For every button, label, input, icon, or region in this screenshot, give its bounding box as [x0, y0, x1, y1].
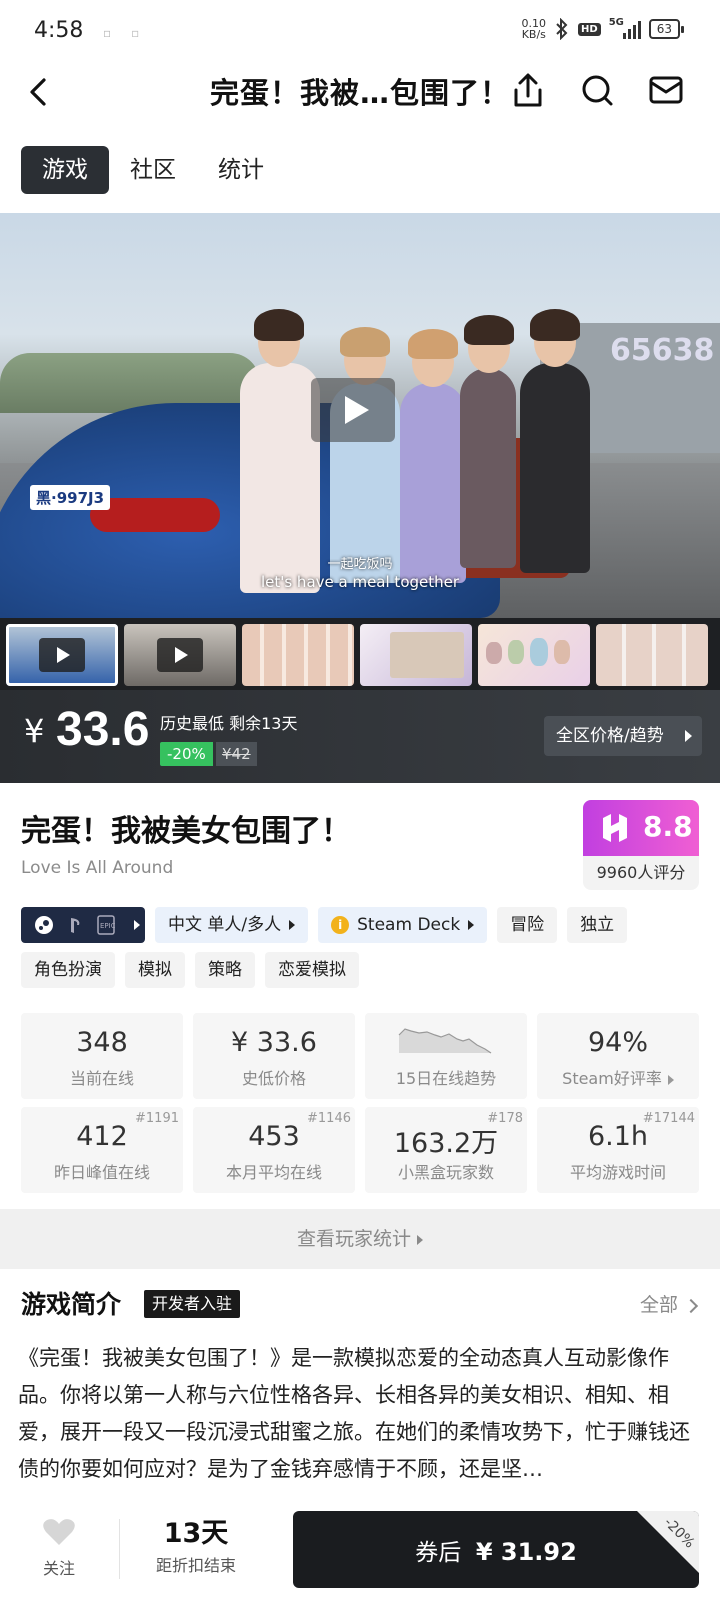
video-subtitle-en: let's have a meal together: [260, 573, 460, 591]
platform-tag[interactable]: EPIC: [21, 907, 145, 943]
playstation-icon: [71, 918, 80, 933]
developer-badge[interactable]: 开发者入驻: [144, 1290, 241, 1318]
buy-button[interactable]: 券后 ¥ 31.92 -20%: [293, 1511, 699, 1588]
thumbnail-image-1[interactable]: [242, 624, 354, 686]
tab-stats[interactable]: 统计: [197, 146, 285, 194]
tag-row-2: 角色扮演 模拟 策略 恋爱模拟: [21, 952, 359, 988]
person-4: [460, 368, 516, 568]
discount-countdown: 13天 距折扣结束: [155, 1518, 236, 1575]
thumbnail-image-4[interactable]: [596, 624, 708, 686]
search-icon[interactable]: [578, 68, 618, 112]
play-icon: [39, 638, 85, 672]
tag-rpg[interactable]: 角色扮演: [21, 952, 115, 988]
bottom-action-bar: 关注 13天 距折扣结束 券后 ¥ 31.92 -20%: [0, 1497, 720, 1600]
tag-strategy[interactable]: 策略: [195, 952, 255, 988]
stat-yesterday-peak[interactable]: #1191 412 昨日峰值在线: [21, 1107, 183, 1193]
view-all-link[interactable]: 全部: [640, 1290, 699, 1317]
network-speed: 0.10 KB/s: [521, 17, 547, 41]
info-coin-icon: i: [331, 916, 350, 934]
status-time: 4:58: [34, 18, 84, 43]
thumbnail-image-3[interactable]: [478, 624, 590, 686]
app-header: 完蛋！我被…包围了！: [0, 66, 720, 136]
stat-avg-playtime[interactable]: #17144 6.1h 平均游戏时间: [537, 1107, 699, 1193]
person-5: [520, 363, 590, 573]
heybox-logo-icon: [603, 814, 627, 842]
thumbnail-image-2[interactable]: [360, 624, 472, 686]
license-plate: 黑·997J3: [30, 485, 111, 510]
steam-icon: [35, 916, 53, 934]
video-subtitle-cn: 一起吃饭吗: [327, 557, 393, 572]
epic-icon: EPIC: [97, 915, 115, 935]
arrow-right-icon: [667, 1074, 674, 1085]
bluetooth-icon: [556, 18, 568, 40]
back-button[interactable]: [20, 70, 60, 114]
price-bar: ¥ 33.6 历史最低 剩余13天 -20% ¥42 全区价格/趋势: [0, 690, 720, 783]
steam-deck-tag[interactable]: i Steam Deck: [318, 907, 488, 943]
region-price-button[interactable]: 全区价格/趋势: [544, 716, 702, 756]
follow-button[interactable]: 关注: [34, 1517, 84, 1579]
mail-icon[interactable]: [646, 68, 686, 112]
language-mode-tag[interactable]: 中文 单人/多人: [155, 907, 309, 943]
tag-adventure[interactable]: 冒险: [497, 907, 558, 943]
battery-icon: 63: [648, 19, 685, 39]
score-card[interactable]: 8.8 9960人评分: [583, 800, 699, 890]
price-note: 历史最低 剩余13天: [160, 714, 298, 733]
signal-icon: 5G: [609, 17, 641, 39]
original-price: ¥42: [216, 742, 257, 766]
discount-badge: -20%: [160, 742, 213, 766]
arrow-right-icon: [685, 730, 692, 742]
tab-game[interactable]: 游戏: [21, 146, 109, 194]
video-player[interactable]: 65638 黑·997J3 一起吃饭吗 let's have a meal to…: [0, 213, 720, 618]
svg-text:EPIC: EPIC: [100, 922, 115, 930]
arrow-right-icon: [417, 1234, 423, 1245]
stat-online-trend[interactable]: 15日在线趋势: [365, 1013, 527, 1099]
media-thumbnail-strip: [0, 618, 720, 690]
current-price: 33.6: [56, 703, 150, 756]
hd-icon: HD: [578, 22, 601, 36]
stat-lowest-price[interactable]: ¥ 33.6 史低价格: [193, 1013, 355, 1099]
tag-simulation[interactable]: 模拟: [125, 952, 185, 988]
stat-steam-rating[interactable]: 94% Steam好评率: [537, 1013, 699, 1099]
tab-community[interactable]: 社区: [109, 146, 197, 194]
play-button[interactable]: [311, 378, 395, 442]
share-icon[interactable]: [508, 68, 548, 112]
intro-heading: 游戏简介: [21, 1290, 122, 1319]
page-title: 完蛋！我被…包围了！: [210, 76, 511, 110]
tab-bar: 游戏 社区 统计: [21, 146, 285, 194]
chevron-right-icon: [683, 1298, 699, 1313]
notification-icons: ▫▫: [103, 26, 160, 40]
score-count: 9960人评分: [596, 863, 686, 882]
play-icon: [157, 638, 203, 672]
currency-symbol: ¥: [24, 712, 45, 750]
heart-icon: [43, 1519, 75, 1545]
stat-month-average[interactable]: #1146 453 本月平均在线: [193, 1107, 355, 1193]
stat-current-online[interactable]: 348 当前在线: [21, 1013, 183, 1099]
thumbnail-video-2[interactable]: [124, 624, 236, 686]
divider: [119, 1519, 120, 1579]
score-value: 8.8: [643, 810, 693, 843]
tag-dating-sim[interactable]: 恋爱模拟: [265, 952, 359, 988]
tag-indie[interactable]: 独立: [567, 907, 628, 943]
game-subtitle: Love Is All Around: [21, 858, 174, 878]
view-player-stats-button[interactable]: 查看玩家统计: [0, 1209, 720, 1269]
intro-text[interactable]: 《完蛋！我被美女包围了！》是一款模拟恋爱的全动态真人互动影像作品。你将以第一人称…: [18, 1340, 702, 1488]
trend-sparkline: [398, 1028, 492, 1054]
stat-heybox-players[interactable]: #178 163.2万 小黑盒玩家数: [365, 1107, 527, 1193]
tag-row-1: EPIC 中文 单人/多人 i Steam Deck 冒险 独立: [21, 907, 628, 943]
status-bar: 4:58 ▫▫ 0.10 KB/s HD 5G 63: [0, 0, 720, 66]
game-title: 完蛋！我被美女包围了！: [21, 814, 351, 849]
thumbnail-video-1[interactable]: [6, 624, 118, 686]
